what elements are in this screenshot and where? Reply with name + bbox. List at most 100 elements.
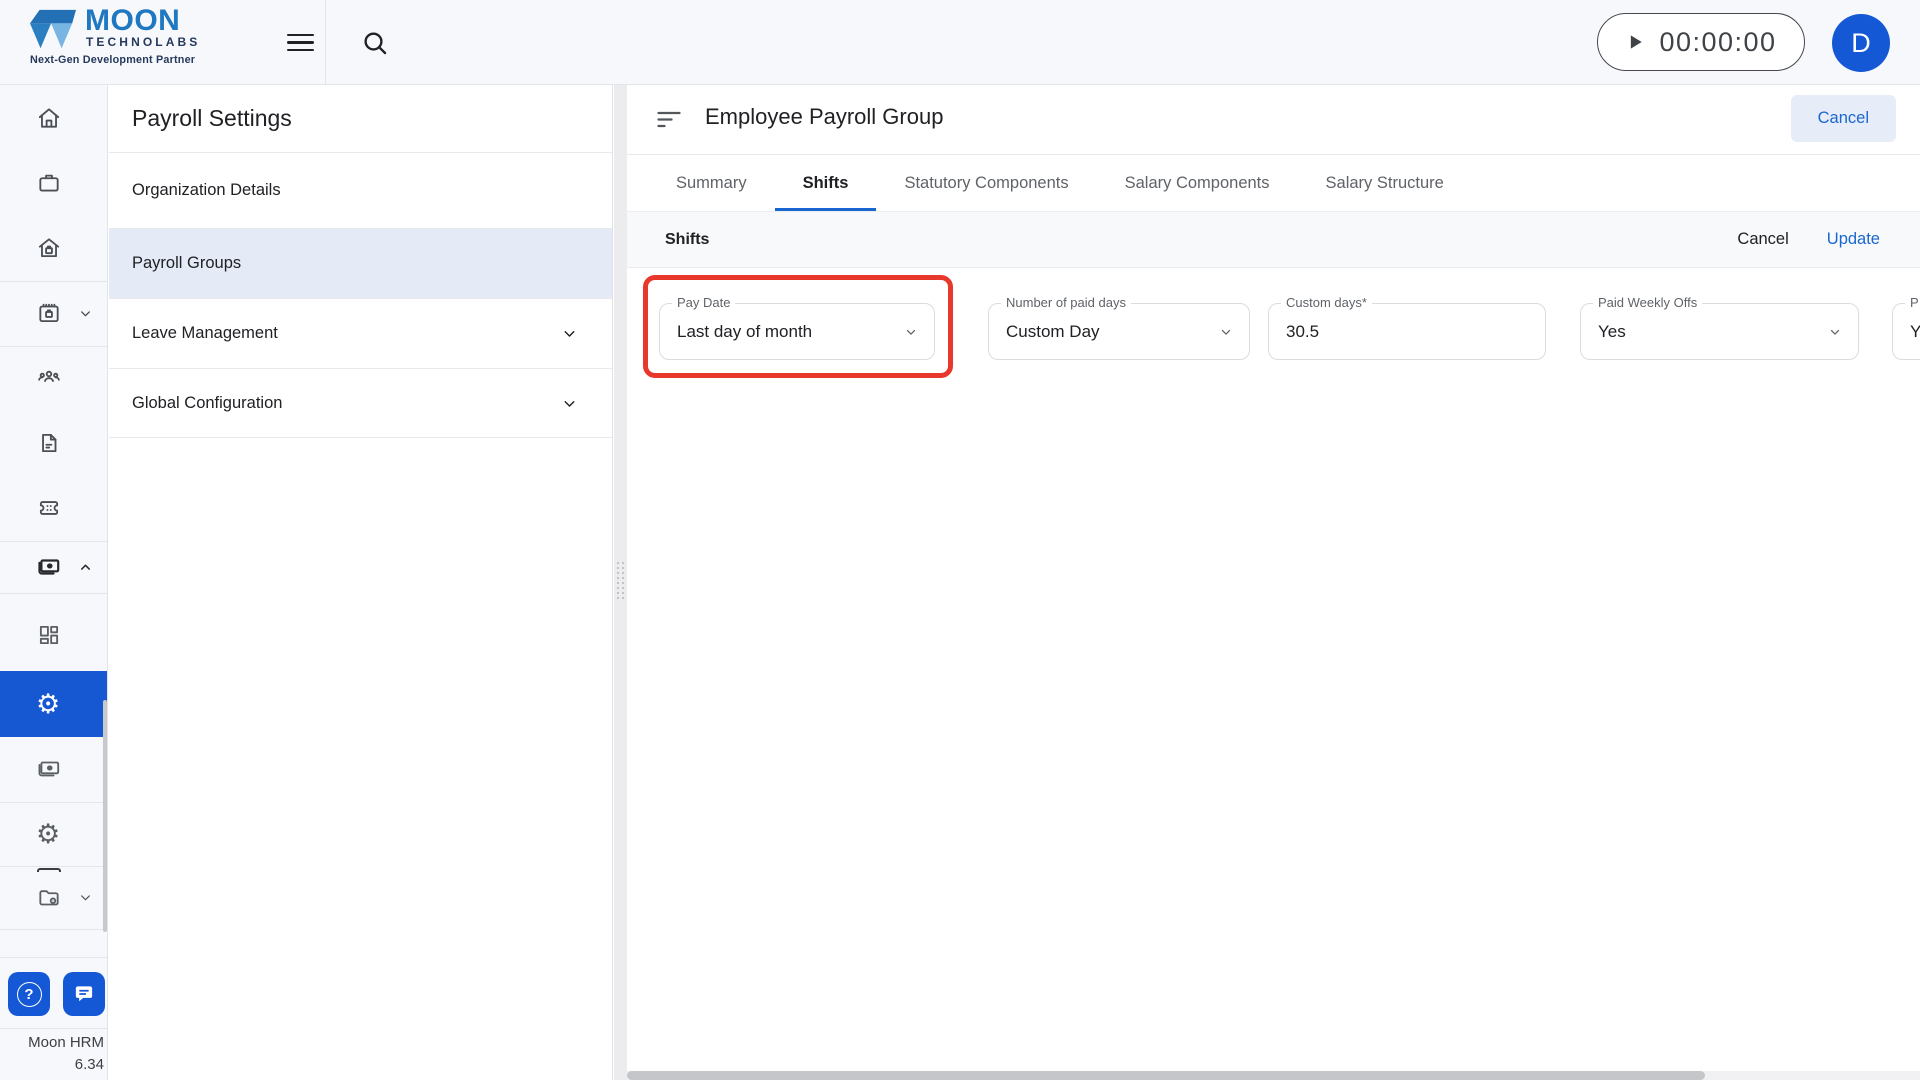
payroll-money-icon <box>38 559 60 575</box>
number-of-paid-days-select[interactable]: Number of paid days Custom Day <box>988 295 1250 360</box>
home-office-icon <box>38 238 60 258</box>
search-icon[interactable] <box>360 28 390 58</box>
timer-widget[interactable]: 00:00:00 <box>1597 13 1805 71</box>
sidebar-item-employees[interactable] <box>0 346 107 410</box>
field-label: Number of paid days <box>1001 295 1131 310</box>
sidebar-item-payments[interactable] <box>0 737 107 801</box>
ticket-icon <box>39 501 59 515</box>
sidebar-item-tickets[interactable] <box>0 476 107 540</box>
clipped-rail-icon[interactable] <box>37 868 61 872</box>
field-value: Yes <box>1598 321 1626 341</box>
topbar-divider <box>325 0 326 85</box>
main-content: Employee Payroll Group Cancel Summary Sh… <box>627 85 1920 1080</box>
payments-money-icon <box>38 761 60 777</box>
play-icon[interactable] <box>1625 32 1645 52</box>
page-title: Employee Payroll Group <box>705 104 944 129</box>
moon-technolabs-logo-icon <box>30 9 76 49</box>
section-cancel-link[interactable]: Cancel <box>1737 230 1788 249</box>
field-value: Custom Day <box>1006 321 1100 341</box>
sidebar-item-payroll-dashboard[interactable] <box>0 603 107 667</box>
chevron-down-icon <box>81 895 90 901</box>
logo-tagline: Next-Gen Development Partner <box>30 54 196 66</box>
chevron-up-icon <box>81 564 90 570</box>
sidebar-item-attendance[interactable] <box>0 281 107 345</box>
help-icon: ? <box>16 981 42 1007</box>
sidebar-item-home[interactable] <box>0 86 107 150</box>
sidebar-item-label: Global Configuration <box>132 393 283 412</box>
chevron-down-icon <box>1221 329 1231 335</box>
tab-bar: Summary Shifts Statutory Components Sala… <box>627 155 1920 212</box>
app-version: Moon HRM 6.34 <box>0 1032 104 1076</box>
sidebar-item-global-configuration[interactable]: Global Configuration <box>109 368 612 438</box>
document-icon <box>42 433 57 453</box>
field-value: 30.5 <box>1286 321 1320 341</box>
pay-date-select[interactable]: Pay Date Last day of month <box>659 295 935 360</box>
briefcase-icon <box>39 174 59 192</box>
sidebar-item-payroll-settings[interactable]: ⚙ <box>0 671 107 737</box>
feedback-button[interactable] <box>63 972 105 1016</box>
help-button[interactable]: ? <box>8 972 50 1016</box>
icon-rail: ⚙ ⚙ ? Moon HRM 6.34 <box>0 85 108 1080</box>
folder-settings-icon <box>39 889 59 905</box>
custom-days-input[interactable]: Custom days* 30.5 <box>1268 295 1546 360</box>
version-number-text: 6.34 <box>74 1056 104 1073</box>
dashboard-icon <box>39 625 59 645</box>
sidebar-item-label: Organization Details <box>132 181 281 199</box>
tab-salary-components[interactable]: Salary Components <box>1097 155 1298 211</box>
chevron-down-icon <box>906 329 916 335</box>
sort-lines-icon[interactable] <box>657 109 681 131</box>
horizontal-scrollbar <box>627 1071 1920 1080</box>
user-avatar[interactable]: D <box>1832 14 1890 72</box>
chevron-down-icon <box>564 400 575 407</box>
cancel-button[interactable]: Cancel <box>1790 95 1896 142</box>
sidebar-item-label: Payroll Groups <box>132 254 242 272</box>
field-value: Y <box>1910 321 1920 341</box>
field-label: Paid Weekly Offs <box>1593 295 1703 310</box>
sidebar-item-documents[interactable] <box>0 411 107 475</box>
rail-divider <box>0 1028 107 1029</box>
field-label: Custom days* <box>1281 295 1372 310</box>
tab-summary[interactable]: Summary <box>648 155 775 211</box>
sidebar-item-workspace[interactable] <box>0 151 107 215</box>
field-value: Last day of month <box>677 321 813 341</box>
sidebar-item-payroll-groups[interactable]: Payroll Groups <box>109 228 612 298</box>
sidebar-item-leave-management[interactable]: Leave Management <box>109 298 612 368</box>
chevron-down-icon <box>81 310 90 316</box>
sidebar-item-label: Leave Management <box>132 324 278 342</box>
paid-weekly-offs-select[interactable]: Paid Weekly Offs Yes <box>1580 295 1859 360</box>
hamburger-menu-icon[interactable] <box>287 29 314 56</box>
sidebar-item-payroll[interactable] <box>0 541 107 593</box>
timer-value: 00:00:00 <box>1659 26 1777 57</box>
sidebar-item-settings[interactable]: ⚙ <box>0 802 107 866</box>
app-logo: MOON TECHNOLABS Next-Gen Development Par… <box>30 4 248 72</box>
rail-divider <box>0 929 107 930</box>
rail-divider <box>0 593 107 594</box>
calendar-briefcase-icon <box>39 303 59 323</box>
clipped-field-select[interactable]: P Y <box>1892 295 1920 360</box>
logo-brand-text: MOON <box>85 4 181 37</box>
field-label: P <box>1905 295 1920 310</box>
settings-sidebar: Payroll Settings Organization Details Pa… <box>109 85 613 1080</box>
field-label: Pay Date <box>672 295 736 310</box>
shifts-section-header: Shifts Cancel Update <box>627 212 1920 268</box>
tab-salary-structure[interactable]: Salary Structure <box>1298 155 1472 211</box>
top-bar: MOON TECHNOLABS Next-Gen Development Par… <box>0 0 1920 85</box>
tab-statutory-components[interactable]: Statutory Components <box>876 155 1096 211</box>
section-title: Shifts <box>665 230 710 248</box>
section-update-link[interactable]: Update <box>1827 230 1880 249</box>
horizontal-scrollbar-thumb[interactable] <box>627 1071 1705 1080</box>
gear-icon: ⚙ <box>36 818 61 849</box>
tab-shifts[interactable]: Shifts <box>774 155 877 211</box>
main-header: Employee Payroll Group Cancel <box>627 85 1920 155</box>
home-icon <box>38 108 60 128</box>
shifts-form: Pay Date Last day of month Number of pai… <box>627 268 1920 1071</box>
rail-divider <box>0 957 107 958</box>
settings-gear-icon: ⚙ <box>36 688 61 719</box>
chevron-down-icon <box>1830 329 1840 335</box>
sidebar-item-asset-management[interactable] <box>0 866 107 929</box>
rail-scrollbar-thumb[interactable] <box>103 700 107 932</box>
sidebar-item-work-from-home[interactable] <box>0 216 107 280</box>
sidebar-item-organization-details[interactable]: Organization Details <box>109 152 612 228</box>
employees-icon <box>38 370 60 382</box>
panel-resize-splitter[interactable] <box>614 85 627 1080</box>
